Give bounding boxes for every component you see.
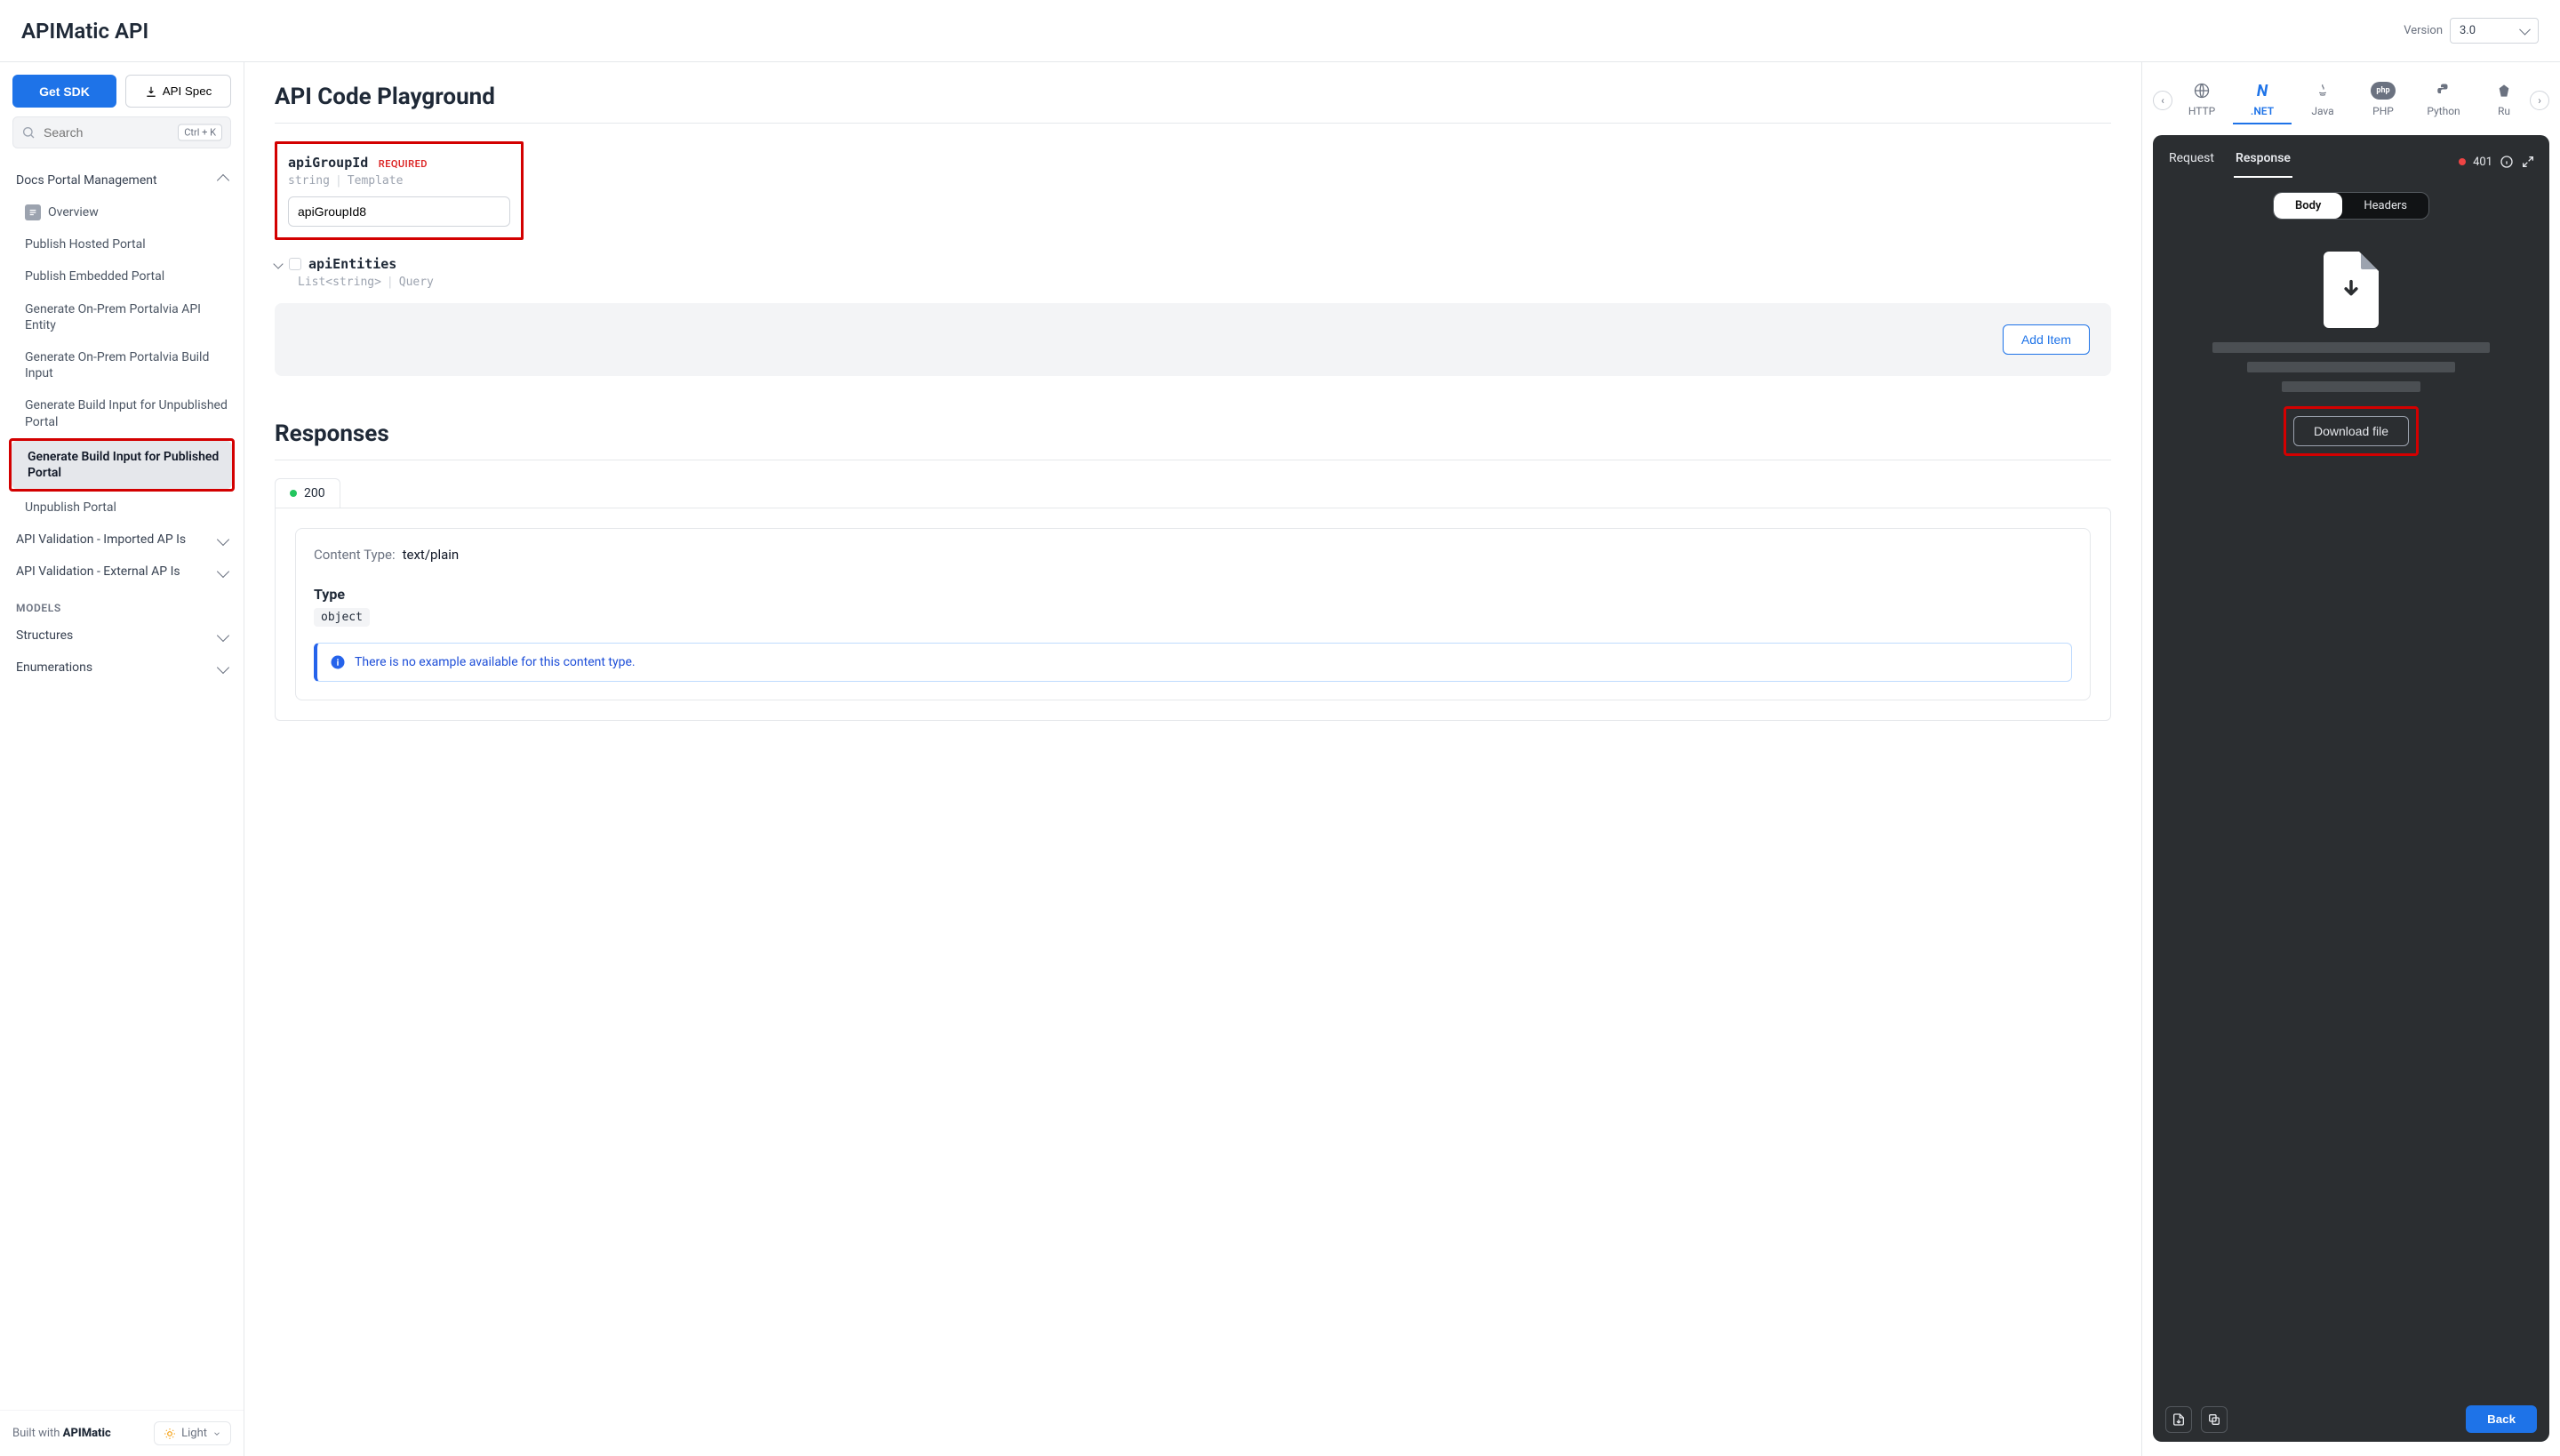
required-tag: REQUIRED (379, 158, 428, 170)
placeholder-bars (2212, 342, 2490, 392)
param-name: apiGroupId (288, 155, 368, 171)
status-indicator: 401 (2459, 155, 2535, 169)
chevron-down-icon (212, 1429, 221, 1438)
lang-scroll-right[interactable]: › (2530, 91, 2549, 110)
lang-scroll-left[interactable]: ‹ (2153, 91, 2172, 110)
java-icon (2315, 82, 2331, 100)
nav-item-overview[interactable]: Overview (9, 196, 235, 228)
entities-block: apiEntities List<string>|Query Add Item (275, 256, 2111, 376)
search-shortcut: Ctrl + K (178, 124, 222, 141)
lang-tab-ruby[interactable]: Ru (2475, 76, 2530, 124)
nav-item-buildinput-pub[interactable]: Generate Build Input for Published Porta… (12, 441, 232, 489)
entities-toggle[interactable]: apiEntities (275, 256, 2111, 272)
dotnet-icon: N (2257, 82, 2268, 100)
overview-icon (25, 204, 41, 220)
sidebar-footer: Built with APIMatic Light (0, 1410, 244, 1456)
copy-button[interactable] (2201, 1406, 2228, 1433)
language-tabs: HTTP N .NET Java php PHP Python (2172, 76, 2530, 124)
chevron-down-icon (273, 259, 283, 268)
right-panel: ‹ HTTP N .NET Java php PHP (2142, 62, 2560, 1456)
ruby-icon (2497, 82, 2511, 100)
expand-icon[interactable] (2521, 155, 2535, 169)
param-input[interactable] (288, 196, 510, 227)
chevron-down-icon (217, 533, 229, 546)
version-label: Version (2404, 24, 2443, 37)
nav-item-buildinput-unpub[interactable]: Generate Build Input for Unpublished Por… (9, 389, 235, 437)
response-body: Download file (2153, 234, 2549, 1396)
sun-icon (164, 1428, 176, 1440)
sidebar-nav: Docs Portal Management Overview Publish … (0, 161, 244, 1410)
playground-title: API Code Playground (275, 84, 2111, 124)
info-icon (330, 654, 346, 670)
pill-body[interactable]: Body (2274, 193, 2342, 219)
param-type-line: string|Template (288, 174, 510, 188)
models-label: MODELS (9, 588, 235, 620)
app-title: APIMatic API (21, 19, 148, 44)
console-tab-request[interactable]: Request (2167, 146, 2216, 178)
highlight-param-block: apiGroupId REQUIRED string|Template (275, 141, 524, 240)
nav-item-publish-hosted[interactable]: Publish Hosted Portal (9, 228, 235, 260)
api-spec-button[interactable]: API Spec (125, 75, 231, 108)
globe-icon (2193, 82, 2211, 100)
theme-toggle[interactable]: Light (154, 1421, 231, 1445)
nav-item-unpublish[interactable]: Unpublish Portal (9, 492, 235, 524)
pill-headers[interactable]: Headers (2342, 193, 2428, 219)
entities-checkbox[interactable] (289, 258, 301, 270)
type-value: object (314, 608, 370, 627)
info-icon[interactable] (2500, 155, 2514, 169)
nav-group-enumerations[interactable]: Enumerations (9, 652, 235, 684)
info-banner: There is no example available for this c… (314, 643, 2072, 682)
search-icon (21, 125, 36, 140)
nav-item-onprem-entity[interactable]: Generate On-Prem Portalvia API Entity (9, 293, 235, 341)
response-box: Content Type:text/plain Type object Ther… (275, 508, 2111, 721)
nav-item-onprem-build[interactable]: Generate On-Prem Portalvia Build Input (9, 341, 235, 389)
entities-name: apiEntities (308, 256, 396, 272)
nav-group-structures[interactable]: Structures (9, 620, 235, 652)
responses-title: Responses (275, 420, 2111, 460)
chevron-up-icon (217, 174, 229, 187)
add-item-panel: Add Item (275, 303, 2111, 376)
php-icon: php (2371, 82, 2395, 100)
highlight-active-nav: Generate Build Input for Published Porta… (9, 438, 235, 492)
console-tab-response[interactable]: Response (2234, 146, 2292, 178)
lang-tab-net[interactable]: N .NET (2233, 76, 2292, 124)
nav-group-validation-external[interactable]: API Validation - External AP Is (9, 556, 235, 588)
main-content: API Code Playground apiGroupId REQUIRED … (244, 62, 2142, 1456)
file-icon (2172, 1412, 2186, 1427)
copy-icon (2207, 1412, 2221, 1427)
response-tab-200[interactable]: 200 (275, 478, 340, 508)
status-dot-green (290, 490, 297, 497)
chevron-down-icon (217, 565, 229, 578)
content-type-row: Content Type:text/plain (314, 547, 2072, 577)
sidebar: Get SDK API Spec Ctrl + K Docs Portal Ma… (0, 62, 244, 1456)
version-selector: Version 3.0 (2404, 18, 2539, 44)
get-sdk-button[interactable]: Get SDK (12, 75, 116, 108)
type-label: Type (314, 586, 2072, 603)
nav-group-docs-portal[interactable]: Docs Portal Management (9, 164, 235, 196)
download-file-button[interactable]: Download file (2293, 416, 2409, 446)
body-headers-toggle: Body Headers (2273, 192, 2429, 220)
lang-tab-java[interactable]: Java (2293, 76, 2352, 124)
back-button[interactable]: Back (2466, 1405, 2537, 1433)
entities-type-line: List<string>|Query (298, 276, 2111, 289)
lang-tab-php[interactable]: php PHP (2354, 76, 2412, 124)
nav-item-publish-embedded[interactable]: Publish Embedded Portal (9, 260, 235, 292)
response-console: Request Response 401 Body Headers (2153, 135, 2549, 1442)
file-download-icon (2324, 252, 2379, 328)
lang-tab-python[interactable]: Python (2414, 76, 2473, 124)
add-item-button[interactable]: Add Item (2003, 324, 2090, 355)
lang-tab-http[interactable]: HTTP (2172, 76, 2231, 124)
nav-group-validation-imported[interactable]: API Validation - Imported AP Is (9, 524, 235, 556)
python-icon (2436, 82, 2452, 100)
status-dot-red (2459, 158, 2466, 165)
version-dropdown[interactable]: 3.0 (2450, 18, 2539, 44)
chevron-down-icon (217, 661, 229, 674)
highlight-download: Download file (2284, 406, 2419, 456)
save-file-button[interactable] (2165, 1406, 2192, 1433)
top-header: APIMatic API Version 3.0 (0, 0, 2560, 62)
chevron-down-icon (217, 629, 229, 642)
download-icon (145, 85, 157, 98)
